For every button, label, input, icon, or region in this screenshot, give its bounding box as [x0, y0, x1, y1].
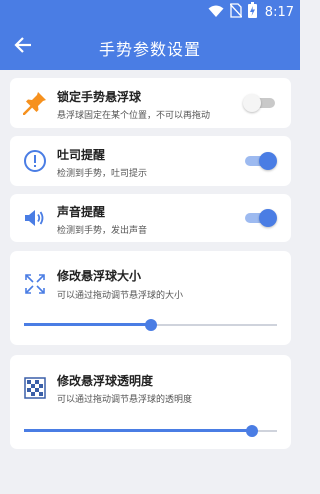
setting-title: 声音提醒 — [57, 205, 106, 219]
checkerboard-icon — [22, 375, 48, 401]
status-icons: 8:17 — [208, 2, 294, 22]
setting-description: 可以通过拖动调节悬浮球的透明度 — [57, 395, 193, 405]
setting-title: 锁定手势悬浮球 — [57, 90, 142, 104]
setting-description: 检测到手势，吐司提示 — [57, 169, 148, 179]
setting-title: 修改悬浮球透明度 — [57, 374, 154, 388]
speaker-icon — [22, 205, 48, 231]
pushpin-icon — [22, 90, 48, 116]
lock-ball-toggle[interactable] — [243, 93, 277, 113]
setting-description: 检测到手势，发出声音 — [57, 226, 148, 236]
exclamation-circle-icon — [22, 148, 48, 174]
sound-reminder-toggle[interactable] — [243, 208, 277, 228]
slider-fill — [24, 429, 252, 432]
ball-size-slider[interactable] — [24, 318, 277, 332]
ball-transparency-slider[interactable] — [24, 424, 277, 438]
toggle-knob — [259, 152, 277, 170]
no-sim-icon — [229, 2, 243, 22]
setting-sound-reminder: 声音提醒 检测到手势，发出声音 — [10, 194, 291, 242]
wifi-icon — [208, 3, 224, 22]
setting-ball-transparency: 修改悬浮球透明度 可以通过拖动调节悬浮球的透明度 — [10, 355, 291, 449]
setting-description: 可以通过拖动调节悬浮球的大小 — [57, 291, 184, 301]
resize-arrows-icon — [22, 271, 48, 297]
slider-thumb[interactable] — [245, 425, 258, 437]
clock-time: 8:17 — [264, 4, 294, 20]
page-title: 手势参数设置 — [98, 40, 201, 59]
toast-reminder-toggle[interactable] — [243, 151, 277, 171]
toggle-knob — [259, 209, 277, 227]
slider-thumb[interactable] — [144, 319, 157, 331]
setting-title: 修改悬浮球大小 — [57, 269, 142, 283]
status-bar: 8:17 — [0, 0, 300, 24]
setting-description: 悬浮球固定在某个位置，不可以再拖动 — [57, 111, 211, 121]
setting-lock-floating-ball: 锁定手势悬浮球 悬浮球固定在某个位置，不可以再拖动 — [10, 78, 291, 128]
slider-fill — [24, 323, 151, 326]
app-bar: 手势参数设置 — [0, 24, 300, 70]
setting-toast-reminder: 吐司提醒 检测到手势，吐司提示 — [10, 136, 291, 186]
battery-charging-icon — [247, 2, 257, 22]
toggle-knob — [243, 94, 261, 112]
setting-ball-size: 修改悬浮球大小 可以通过拖动调节悬浮球的大小 — [10, 251, 291, 345]
setting-title: 吐司提醒 — [57, 148, 106, 162]
